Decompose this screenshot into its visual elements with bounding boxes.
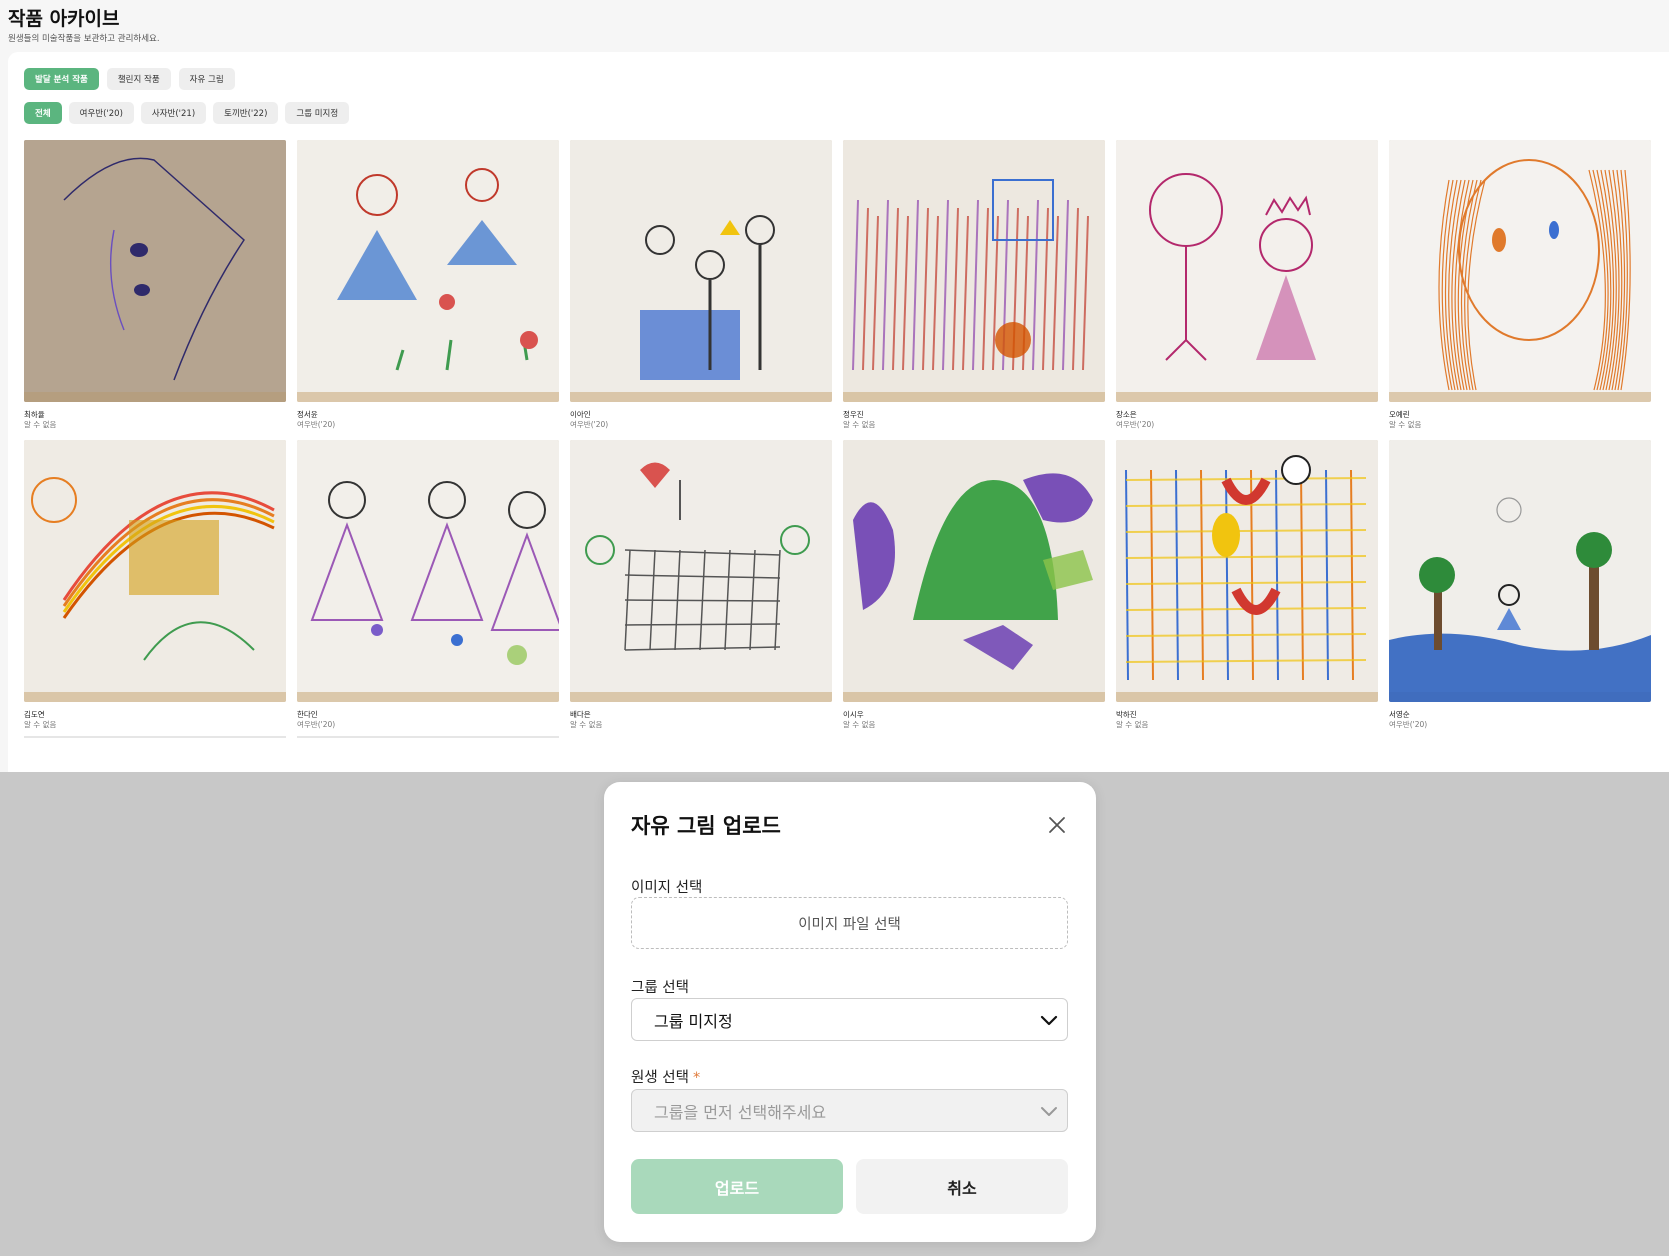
student-name: 장소은	[1116, 410, 1137, 419]
artwork-thumbnail[interactable]	[297, 140, 559, 402]
filter-chip[interactable]: 사자반('21)	[140, 102, 207, 124]
artwork-thumbnail[interactable]	[24, 140, 286, 402]
student-label-text: 원생 선택	[631, 1070, 689, 1086]
student-group: 알 수 없음	[24, 420, 57, 429]
modal-title: 자유 그림 업로드	[631, 814, 781, 838]
drawing-image	[843, 140, 1105, 402]
student-group: 알 수 없음	[24, 720, 57, 729]
drawing-image	[297, 440, 559, 702]
filter-chip[interactable]: 그룹 미지정	[285, 102, 350, 124]
student-group: 알 수 없음	[843, 720, 876, 729]
student-group: 알 수 없음	[570, 720, 603, 729]
student-name: 서영순	[1389, 710, 1410, 719]
tab-challenge[interactable]: 챌린지 작품	[106, 68, 171, 90]
drawing-image	[1116, 140, 1378, 402]
artwork-card[interactable]: 서영순 여우반('20)	[1389, 440, 1651, 730]
student-group: 여우반('20)	[297, 420, 336, 429]
artwork-thumbnail[interactable]	[1389, 140, 1651, 402]
drawing-image	[1389, 140, 1651, 402]
chevron-down-icon	[1041, 1107, 1057, 1116]
close-icon	[1049, 817, 1065, 833]
student-name: 이아인	[570, 410, 591, 419]
archive-card: 발달 분석 작품 챌린지 작품 자유 그림 전체 여우반('20) 사자반('21) 토끼…	[8, 52, 1669, 772]
artwork-card[interactable]: 한다인 여우반('20)	[297, 440, 559, 730]
student-name: 정서윤	[297, 410, 318, 419]
student-group: 알 수 없음	[843, 420, 876, 429]
artwork-thumbnail[interactable]	[570, 140, 832, 402]
drawing-image	[24, 140, 286, 402]
artwork-thumbnail[interactable]	[843, 440, 1105, 702]
artwork-card[interactable]: 정서윤 여우반('20)	[297, 140, 559, 430]
artwork-card[interactable]: 최하율 알 수 없음	[24, 140, 286, 430]
student-name: 배다은	[570, 710, 591, 719]
required-mark: *	[692, 1070, 701, 1086]
tab-development[interactable]: 발달 분석 작품	[24, 68, 99, 90]
next-row-hint	[297, 736, 559, 738]
artwork-thumbnail[interactable]	[297, 440, 559, 702]
student-name: 오예린	[1389, 410, 1410, 419]
student-name: 정우진	[843, 410, 864, 419]
drawing-image	[570, 140, 832, 402]
student-group: 알 수 없음	[1389, 420, 1422, 429]
artwork-card[interactable]: 배다은 알 수 없음	[570, 440, 832, 730]
student-group: 여우반('20)	[297, 720, 336, 729]
filter-chip[interactable]: 여우반('20)	[68, 102, 134, 124]
tab-free[interactable]: 자유 그림	[178, 68, 235, 90]
cancel-button[interactable]: 취소	[856, 1159, 1068, 1214]
student-name: 김도연	[24, 710, 45, 719]
student-group: 여우반('20)	[570, 420, 609, 429]
category-tabs: 발달 분석 작품 챌린지 작품 자유 그림	[24, 68, 235, 90]
student-label: 원생 선택 *	[631, 1066, 700, 1087]
artwork-card[interactable]: 이시우 알 수 없음	[843, 440, 1105, 730]
artwork-card[interactable]: 박하진 알 수 없음	[1116, 440, 1378, 730]
archive-page: 작품 아카이브 원생들의 미술작품을 보관하고 관리하세요. 발달 분석 작품 챌…	[0, 0, 1669, 772]
student-select[interactable]: 그룹을 먼저 선택해주세요	[631, 1089, 1068, 1132]
group-filters: 전체 여우반('20) 사자반('21) 토끼반('22) 그룹 미지정	[24, 102, 350, 124]
artwork-grid: 최하율 알 수 없음 정서윤 여우반('20) 이아인 여우반('20) 정우진 알 수 없음…	[24, 140, 1651, 730]
filter-chip[interactable]: 전체	[24, 102, 62, 124]
drawing-image	[843, 440, 1105, 702]
artwork-thumbnail[interactable]	[1116, 440, 1378, 702]
artwork-thumbnail[interactable]	[570, 440, 832, 702]
drawing-image	[1389, 440, 1651, 702]
drawing-image	[24, 440, 286, 702]
upload-button[interactable]: 업로드	[631, 1159, 843, 1214]
student-group: 여우반('20)	[1389, 720, 1428, 729]
group-label: 그룹 선택	[631, 980, 689, 996]
group-select-value: 그룹 미지정	[654, 1011, 733, 1031]
chevron-down-icon	[1040, 1015, 1058, 1026]
drawing-image	[1116, 440, 1378, 702]
artwork-thumbnail[interactable]	[1389, 440, 1651, 702]
close-button[interactable]	[1044, 812, 1070, 838]
next-row-hint	[24, 736, 286, 738]
artwork-thumbnail[interactable]	[1116, 140, 1378, 402]
student-name: 이시우	[843, 710, 864, 719]
page-title: 작품 아카이브	[8, 8, 120, 30]
student-name: 한다인	[297, 710, 318, 719]
drawing-image	[297, 140, 559, 402]
artwork-card[interactable]: 오예린 알 수 없음	[1389, 140, 1651, 430]
student-name: 최하율	[24, 410, 45, 419]
artwork-card[interactable]: 정우진 알 수 없음	[843, 140, 1105, 430]
artwork-card[interactable]: 이아인 여우반('20)	[570, 140, 832, 430]
upload-modal: 자유 그림 업로드 이미지 선택 이미지 파일 선택 그룹 선택 그룹 미지정 …	[604, 782, 1096, 1242]
artwork-card[interactable]: 장소은 여우반('20)	[1116, 140, 1378, 430]
drawing-image	[570, 440, 832, 702]
student-select-placeholder: 그룹을 먼저 선택해주세요	[654, 1102, 827, 1122]
artwork-thumbnail[interactable]	[24, 440, 286, 702]
image-file-button[interactable]: 이미지 파일 선택	[631, 897, 1068, 949]
student-group: 여우반('20)	[1116, 420, 1155, 429]
group-select[interactable]: 그룹 미지정	[631, 998, 1068, 1041]
filter-chip[interactable]: 토끼반('22)	[213, 102, 279, 124]
student-name: 박하진	[1116, 710, 1137, 719]
student-group: 알 수 없음	[1116, 720, 1149, 729]
artwork-card[interactable]: 김도연 알 수 없음	[24, 440, 286, 730]
image-label: 이미지 선택	[631, 880, 703, 896]
artwork-thumbnail[interactable]	[843, 140, 1105, 402]
page-subtitle: 원생들의 미술작품을 보관하고 관리하세요.	[8, 34, 160, 44]
